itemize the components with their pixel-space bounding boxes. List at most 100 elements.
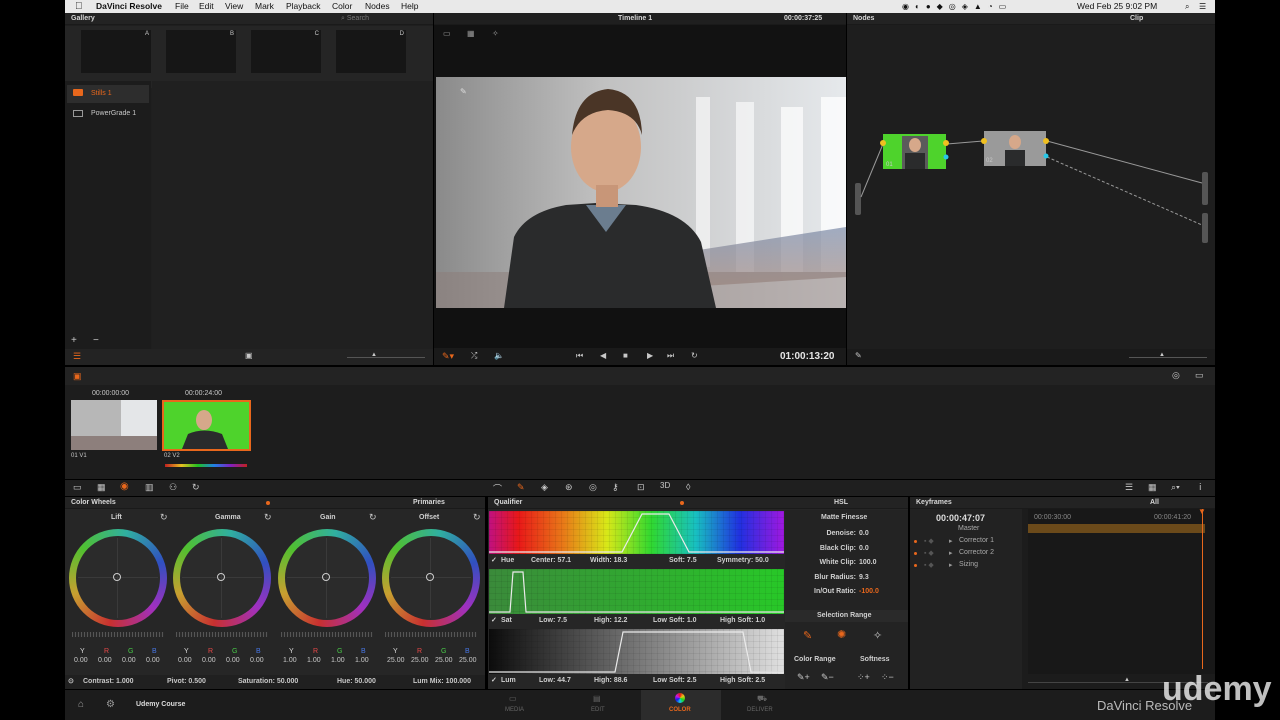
settings-icon[interactable]: ⚙ [106, 699, 115, 710]
sat-graph[interactable] [489, 569, 784, 614]
lock-icon[interactable]: ▪ ◆ [924, 561, 934, 569]
zoom-slider[interactable] [347, 357, 425, 358]
tracker-icon[interactable]: ⊛ [565, 482, 573, 493]
search-icon[interactable]: ⌕ [1185, 0, 1189, 13]
channel-value[interactable]: 0.00 [74, 657, 88, 664]
loop-icon[interactable]: ↻ [691, 351, 698, 360]
still-thumb-b[interactable]: B [166, 30, 236, 73]
matte-value[interactable]: 9.3 [859, 574, 869, 581]
wheel-reset-icon[interactable]: ↻ [264, 512, 272, 523]
lum-low[interactable]: Low: 44.7 [539, 677, 571, 684]
channel-value[interactable]: 0.00 [98, 657, 112, 664]
sat-check-icon[interactable]: ✓ [491, 616, 497, 624]
magic-wand-icon[interactable]: ✧ [492, 29, 499, 38]
channel-value[interactable]: 25.00 [459, 657, 477, 664]
hue-symmetry[interactable]: Symmetry: 50.0 [717, 557, 769, 564]
range-sub-icon[interactable]: ✎− [821, 672, 834, 683]
page-deliver[interactable]: ⛟ DELIVER [743, 690, 791, 720]
channel-value[interactable]: 0.00 [202, 657, 216, 664]
lum-check-icon[interactable]: ✓ [491, 676, 497, 684]
color-match-icon[interactable]: ▦ [97, 482, 106, 493]
lock-icon[interactable]: ▪ ◆ [924, 537, 934, 545]
3d-icon[interactable]: 3D [660, 481, 670, 490]
menu-nodes[interactable]: Nodes [365, 0, 390, 13]
go-to-end-icon[interactable]: ⏭ [667, 351, 674, 361]
expand-arrow-icon[interactable]: ▸ [949, 537, 953, 545]
color-wheel[interactable] [278, 529, 376, 627]
still-thumb-c[interactable]: C [251, 30, 321, 73]
hue-width[interactable]: Width: 18.3 [590, 557, 627, 564]
clip-thumb-2[interactable] [162, 400, 251, 451]
wheel-handle[interactable] [217, 573, 225, 581]
sat-low-soft[interactable]: Low Soft: 1.0 [653, 617, 697, 624]
node-tool-icon[interactable]: ✎ [855, 351, 862, 360]
info-icon[interactable]: ⅰ [1199, 482, 1202, 493]
single-view-icon[interactable]: ▭ [443, 29, 451, 38]
hue-graph[interactable] [489, 511, 784, 554]
qualifier-mode[interactable]: HSL [834, 497, 848, 509]
curves-icon[interactable]: ⌒ [493, 482, 502, 495]
camera-raw-icon[interactable]: ▭ [73, 482, 82, 493]
menu-file[interactable]: File [175, 0, 189, 13]
wheel-handle[interactable] [113, 573, 121, 581]
menu-playback[interactable]: Playback [286, 0, 321, 13]
menu-mark[interactable]: Mark [255, 0, 274, 13]
channel-value[interactable]: 1.00 [331, 657, 345, 664]
add-album-icon[interactable]: + [71, 335, 77, 346]
globe-icon[interactable]: ◎ [1172, 370, 1180, 381]
blur-icon[interactable]: ◎ [589, 482, 597, 493]
matte-value[interactable]: -100.0 [859, 588, 879, 595]
channel-value[interactable]: 0.00 [122, 657, 136, 664]
menu-color[interactable]: Color [332, 0, 352, 13]
channel-value[interactable]: 1.00 [355, 657, 369, 664]
timeline-icon[interactable]: ▭ [1195, 370, 1204, 381]
picker-plus-icon[interactable]: ✧ [873, 629, 882, 642]
expand-arrow-icon[interactable]: ▸ [949, 549, 953, 557]
list-icon[interactable]: ☰ [1199, 0, 1206, 13]
video-frame[interactable] [436, 77, 846, 308]
master-wheel[interactable] [72, 632, 164, 637]
picker-minus-icon[interactable]: ✺ [837, 628, 846, 641]
nodes-mode[interactable]: Clip [1130, 13, 1143, 25]
motion-effects-icon[interactable]: ⚇ [169, 482, 177, 493]
master-wheel[interactable] [176, 632, 268, 637]
wheel-reset-icon[interactable]: ↻ [369, 512, 377, 523]
lum-high-soft[interactable]: High Soft: 2.5 [720, 677, 765, 684]
master-wheel[interactable] [281, 632, 373, 637]
contrast-value[interactable]: Contrast: 1.000 [83, 675, 134, 689]
wheel-handle[interactable] [426, 573, 434, 581]
stop-icon[interactable]: ■ [623, 351, 628, 360]
channel-value[interactable]: 25.00 [435, 657, 453, 664]
playhead-icon[interactable]: ▼ [1198, 507, 1206, 516]
sat-high-soft[interactable]: High Soft: 1.0 [720, 617, 765, 624]
playhead[interactable] [1202, 509, 1203, 669]
apple-icon[interactable]:  [75, 0, 83, 13]
channel-value[interactable]: 1.00 [283, 657, 297, 664]
channel-value[interactable]: 25.00 [387, 657, 405, 664]
color-wheel[interactable] [382, 529, 480, 627]
lum-low-soft[interactable]: Low Soft: 2.5 [653, 677, 697, 684]
channel-value[interactable]: 1.00 [307, 657, 321, 664]
split-view-icon[interactable]: ▦ [467, 29, 475, 38]
kf-track-corrector-2[interactable]: ▪ ◆ ▸ Corrector 2 [910, 549, 1022, 560]
still-thumb-d[interactable]: D [336, 30, 406, 73]
kf-track-corrector-1[interactable]: ▪ ◆ ▸ Corrector 1 [910, 537, 1022, 548]
drop-icon[interactable]: ◊ [686, 482, 690, 492]
zoom-icon[interactable]: ⌕▾ [1171, 482, 1180, 493]
picker-icon[interactable]: ✎ [803, 629, 812, 642]
color-wheel[interactable] [69, 529, 167, 627]
matte-value[interactable]: 0.0 [859, 530, 869, 537]
sync-icon[interactable]: ↻ [192, 482, 200, 493]
keyframes-filter[interactable]: All [1150, 497, 1159, 509]
volume-icon[interactable]: 🔈 [494, 351, 504, 360]
reset-icon[interactable]: ⊙ [68, 675, 74, 689]
list-view-icon[interactable]: ☰ [73, 351, 81, 362]
qualifier-icon[interactable]: ✎ [517, 482, 525, 493]
expand-arrow-icon[interactable]: ▸ [949, 561, 953, 569]
eyedropper-icon[interactable]: ✎ [460, 87, 467, 96]
align-icon[interactable]: ☰ [1125, 482, 1133, 493]
menu-help[interactable]: Help [401, 0, 418, 13]
lum-high[interactable]: High: 88.6 [594, 677, 627, 684]
color-wheel[interactable] [173, 529, 271, 627]
step-back-icon[interactable]: ◀ [600, 351, 606, 360]
